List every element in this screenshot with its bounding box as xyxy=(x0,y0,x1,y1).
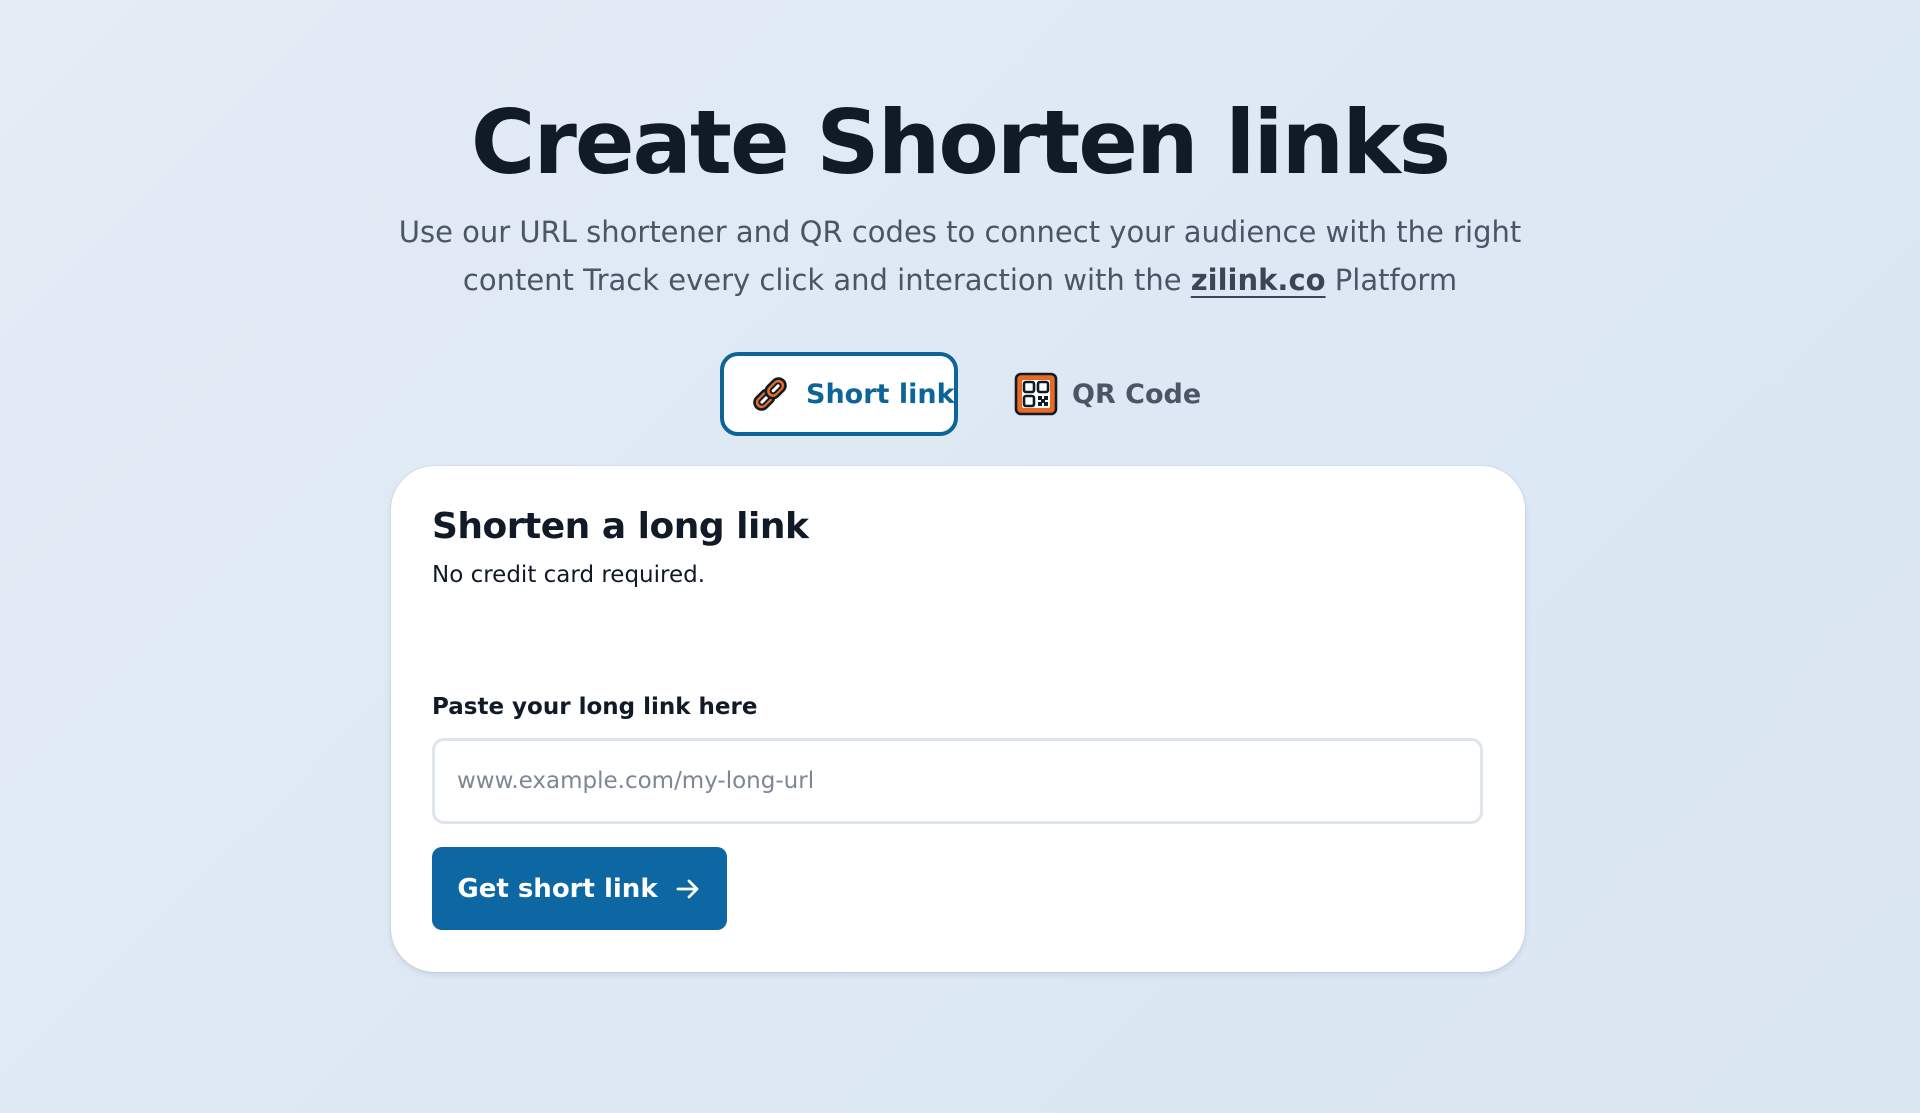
tab-qr-code-label: QR Code xyxy=(1072,378,1202,410)
card-title: Shorten a long link xyxy=(432,506,809,547)
page: Create Shorten links Use our URL shorten… xyxy=(0,0,1920,1113)
brand-link[interactable]: zilink.co xyxy=(1191,263,1326,297)
card-subtitle: No credit card required. xyxy=(432,562,706,588)
subtitle-text-end: Platform xyxy=(1325,263,1458,297)
get-short-link-button[interactable]: Get short link xyxy=(432,847,727,930)
long-link-input[interactable] xyxy=(432,738,1483,824)
tab-short-link[interactable]: Short link xyxy=(720,352,958,436)
qr-code-icon xyxy=(1014,372,1058,416)
shorten-form-card: Shorten a long link No credit card requi… xyxy=(391,466,1525,972)
long-link-label: Paste your long link here xyxy=(432,694,758,720)
get-short-link-label: Get short link xyxy=(457,873,658,904)
tab-qr-code[interactable]: QR Code xyxy=(990,352,1202,436)
tab-short-link-label: Short link xyxy=(806,378,955,410)
page-subtitle: Use our URL shortener and QR codes to co… xyxy=(380,208,1540,304)
page-title: Create Shorten links xyxy=(470,91,1451,194)
mode-tabs: Short link QR Code xyxy=(720,352,1202,436)
chain-link-icon xyxy=(748,372,792,416)
arrow-right-icon xyxy=(674,875,702,903)
